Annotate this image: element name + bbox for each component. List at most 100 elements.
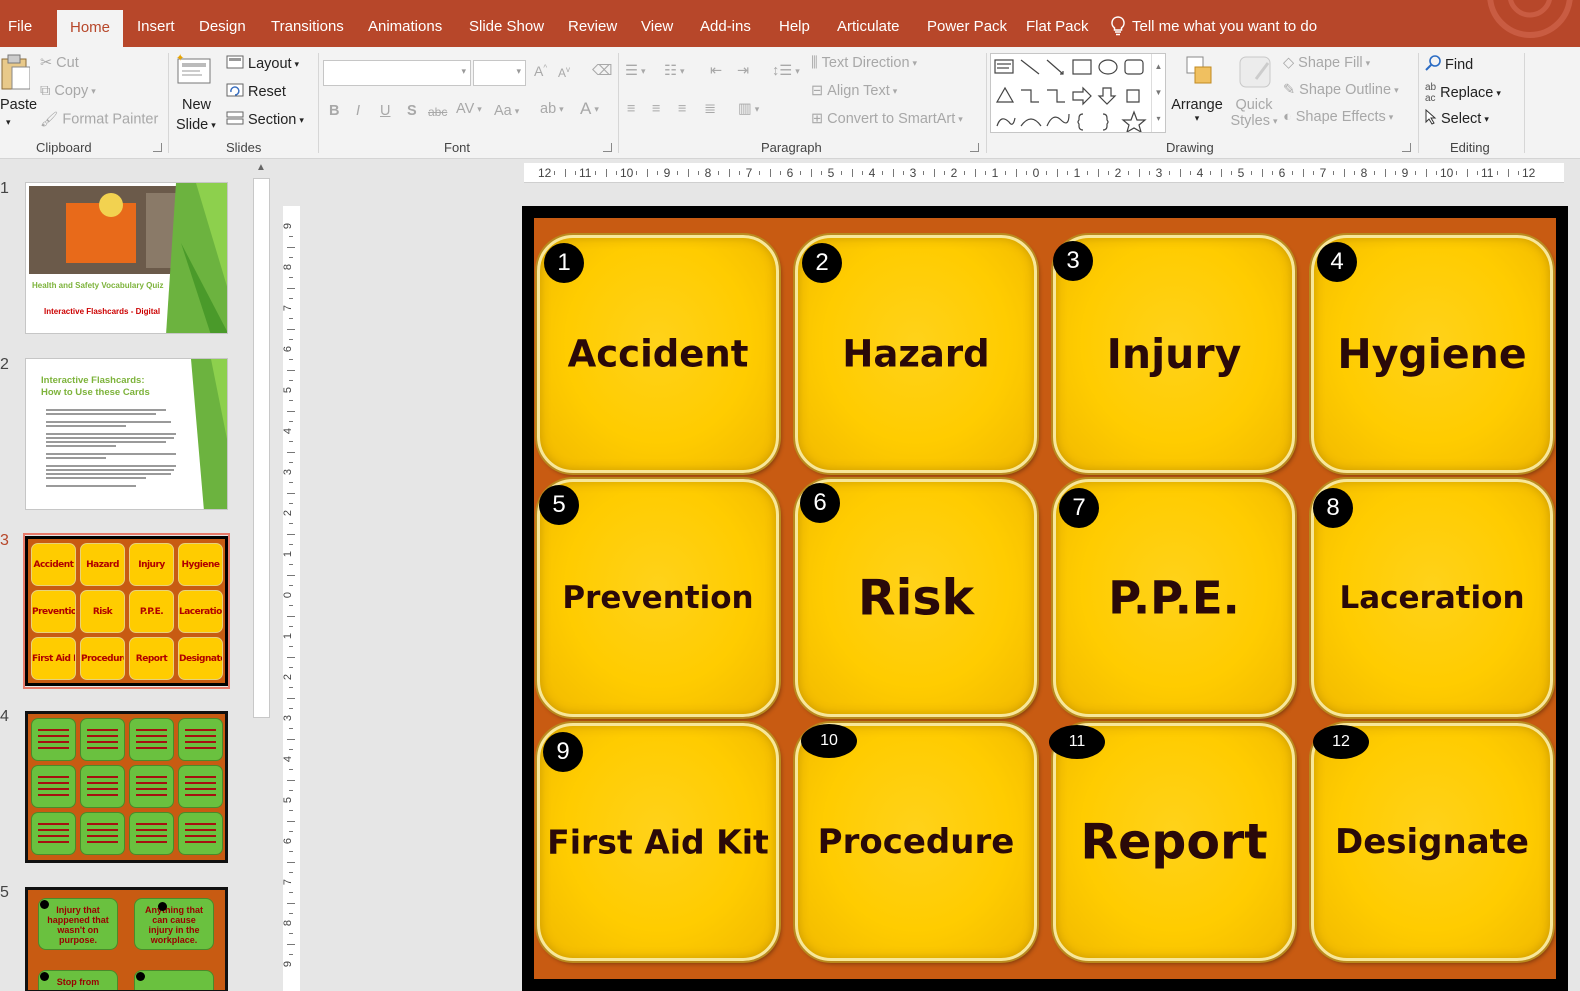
ruler-tick xyxy=(289,748,293,750)
select-button[interactable]: Select ▾ xyxy=(1425,108,1489,129)
paste-button[interactable]: Paste ▾ xyxy=(0,53,37,139)
columns-button[interactable]: ▥ ▾ xyxy=(738,101,759,117)
ruler-tick xyxy=(1466,169,1468,177)
slide-thumbnail-1[interactable]: Health and Safety Vocabulary Quiz Intera… xyxy=(25,182,228,334)
menu-review[interactable]: Review xyxy=(568,18,617,35)
slide-thumbnail-3[interactable]: AccidentHazardInjuryHygiene PreventionRis… xyxy=(25,536,228,686)
replace-button[interactable]: ab ac Replace ▾ xyxy=(1425,82,1501,104)
align-text-button[interactable]: ⊟ Align Text ▾ xyxy=(811,83,897,99)
flashcard-5[interactable]: Prevention 5 xyxy=(537,479,779,717)
decrease-font-size-button[interactable]: Av xyxy=(558,65,570,80)
flashcard-3[interactable]: Injury 3 xyxy=(1053,235,1295,473)
decrease-indent-button[interactable]: ⇤ xyxy=(710,63,722,79)
character-spacing-button[interactable]: AV ▾ xyxy=(456,101,482,117)
flashcard-1[interactable]: Accident 1 xyxy=(537,235,779,473)
menu-articulate[interactable]: Articulate xyxy=(837,18,900,35)
shape-effects-button[interactable]: ◐ Shape Effects ▾ xyxy=(1283,109,1393,125)
format-painter-button[interactable]: 🖌 Format Painter xyxy=(40,111,158,128)
menu-transitions[interactable]: Transitions xyxy=(271,18,344,35)
shape-outline-button[interactable]: ✎ Shape Outline ▾ xyxy=(1283,82,1399,98)
align-right-button[interactable]: ≡ xyxy=(678,101,686,117)
tell-me-search[interactable]: Tell me what you want to do xyxy=(1132,18,1317,35)
layout-icon xyxy=(226,55,244,73)
section-button[interactable]: Section ▾ xyxy=(226,111,304,129)
flashcard-12[interactable]: Designate 12 xyxy=(1311,723,1553,961)
flashcard-6[interactable]: Risk 6 xyxy=(795,479,1037,717)
menu-animations[interactable]: Animations xyxy=(368,18,442,35)
strikethrough-button[interactable]: abc xyxy=(428,105,447,119)
reset-button[interactable]: Reset xyxy=(226,83,286,101)
ruler-label: 4 xyxy=(282,755,295,763)
clipboard-launcher-icon[interactable] xyxy=(153,143,162,152)
bullets-button[interactable]: ☰ ▾ xyxy=(625,63,646,79)
ruler-tick xyxy=(861,171,863,175)
menu-file[interactable]: File xyxy=(8,18,32,35)
ruler-label: 2 xyxy=(950,166,958,180)
highlight-button[interactable]: ab ▾ xyxy=(540,101,564,117)
gallery-scroll[interactable]: ▲ ▼ ▾ xyxy=(1151,54,1165,132)
new-slide-button[interactable]: ✦ New Slide ▾ xyxy=(174,53,220,139)
flashcard-10[interactable]: Procedure 10 xyxy=(795,723,1037,961)
thumbnail-mini-card xyxy=(80,718,125,761)
flashcard-9[interactable]: First Aid Kit 9 xyxy=(537,723,779,961)
change-case-button[interactable]: Aa ▾ xyxy=(494,103,519,119)
quick-styles-button[interactable]: Quick Styles ▾ xyxy=(1227,53,1281,139)
paragraph-launcher-icon[interactable] xyxy=(970,143,979,152)
bold-button[interactable]: B xyxy=(329,103,339,119)
increase-font-size-button[interactable]: A^ xyxy=(534,63,547,79)
ruler-tick xyxy=(1343,169,1345,177)
menu-flat-pack[interactable]: Flat Pack xyxy=(1026,18,1089,35)
increase-indent-button[interactable]: ⇥ xyxy=(737,63,749,79)
copy-button[interactable]: ⧉ Copy ▾ xyxy=(40,83,96,99)
flashcard-7[interactable]: P.P.E. 7 xyxy=(1053,479,1295,717)
shape-fill-button[interactable]: ◇ Shape Fill ▾ xyxy=(1283,55,1370,71)
shapes-gallery[interactable]: ▲ ▼ ▾ xyxy=(990,53,1166,134)
text-direction-button[interactable]: ⫼ Text Direction ▾ xyxy=(811,55,917,71)
slide-thumbnail-5[interactable]: Injury that happened that wasn't on purp… xyxy=(25,887,228,991)
slide-thumbnail-4[interactable] xyxy=(25,711,228,863)
flashcard-8[interactable]: Laceration 8 xyxy=(1311,479,1553,717)
convert-smartart-button[interactable]: ⊞ Convert to SmartArt ▾ xyxy=(811,111,963,127)
menu-slide-show[interactable]: Slide Show xyxy=(469,18,544,35)
flashcard-4[interactable]: Hygiene 4 xyxy=(1311,235,1553,473)
layout-button[interactable]: Layout ▾ xyxy=(226,55,299,73)
clear-formatting-button[interactable]: ⌫ xyxy=(592,63,613,79)
card-number-badge: 2 xyxy=(802,243,842,283)
find-button[interactable]: Find xyxy=(1425,55,1473,75)
menu-add-ins[interactable]: Add-ins xyxy=(700,18,751,35)
menu-power-pack[interactable]: Power Pack xyxy=(927,18,1007,35)
flashcard-2[interactable]: Hazard 2 xyxy=(795,235,1037,473)
align-left-button[interactable]: ≡ xyxy=(627,101,635,117)
numbering-button[interactable]: ☷ ▾ xyxy=(664,63,685,79)
scrollbar-thumb[interactable] xyxy=(253,178,270,718)
thumbnail-5-card xyxy=(134,970,214,990)
menu-insert[interactable]: Insert xyxy=(137,18,175,35)
ruler-tick xyxy=(287,451,295,453)
font-size-input[interactable]: ▾ xyxy=(473,60,526,86)
menu-view[interactable]: View xyxy=(641,18,673,35)
line-spacing-button[interactable]: ↕☰ ▾ xyxy=(772,63,800,79)
justify-button[interactable]: ≣ xyxy=(704,101,716,117)
text-direction-icon: ⫼ xyxy=(811,55,818,72)
menu-home[interactable]: Home xyxy=(57,10,123,47)
arrange-button[interactable]: Arrange ▾ xyxy=(1170,53,1224,139)
align-center-button[interactable]: ≡ xyxy=(652,101,660,117)
font-color-button[interactable]: A ▾ xyxy=(580,99,599,119)
italic-button[interactable]: I xyxy=(356,103,360,119)
shadow-button[interactable]: S xyxy=(407,103,417,119)
scroll-up-icon[interactable]: ▲ xyxy=(256,162,266,173)
font-name-input[interactable]: ▾ xyxy=(323,60,471,86)
font-launcher-icon[interactable] xyxy=(603,143,612,152)
slide-thumbnail-pane[interactable]: 1 Health and Safety Vocabulary Quiz Inte… xyxy=(0,160,253,991)
ruler-label: 2 xyxy=(282,673,295,681)
menu-design[interactable]: Design xyxy=(199,18,246,35)
slide-thumbnail-2[interactable]: Interactive Flashcards: How to Use these … xyxy=(25,358,228,510)
menu-help[interactable]: Help xyxy=(779,18,810,35)
cut-button[interactable]: ✂ Cut xyxy=(40,55,79,71)
thumbnail-5-card: Stop from xyxy=(38,970,118,990)
drawing-launcher-icon[interactable] xyxy=(1402,143,1411,152)
underline-button[interactable]: U xyxy=(380,103,390,119)
thumbnail-scrollbar[interactable]: ▲ xyxy=(253,160,271,991)
flashcard-11[interactable]: Report 11 xyxy=(1049,723,1295,961)
lightbulb-icon xyxy=(1110,16,1126,40)
